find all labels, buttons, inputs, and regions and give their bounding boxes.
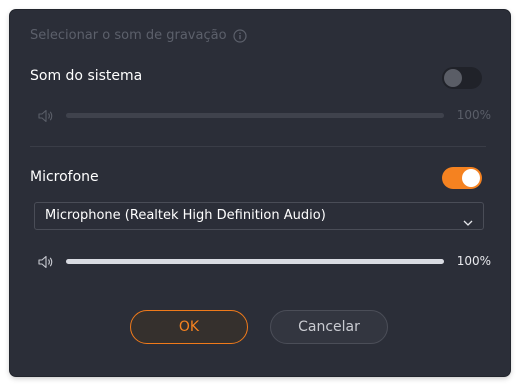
microphone-device-value: Microphone (Realtek High Definition Audi… bbox=[45, 208, 326, 223]
toggle-knob bbox=[444, 69, 462, 87]
system-sound-toggle[interactable] bbox=[442, 67, 482, 89]
microphone-volume: 100% bbox=[38, 253, 491, 269]
microphone-device-select[interactable]: Microphone (Realtek High Definition Audi… bbox=[34, 202, 484, 230]
divider bbox=[30, 146, 486, 147]
system-sound-label: Som do sistema bbox=[30, 68, 143, 84]
chevron-down-icon bbox=[463, 212, 473, 226]
section-title: Selecionar o som de gravação bbox=[30, 28, 247, 43]
microphone-volume-fill bbox=[66, 259, 444, 264]
microphone-volume-slider[interactable] bbox=[66, 259, 444, 264]
ok-button[interactable]: OK bbox=[130, 310, 248, 344]
speaker-icon bbox=[38, 108, 54, 123]
system-sound-volume: 100% bbox=[38, 107, 491, 123]
microphone-volume-percent: 100% bbox=[456, 254, 491, 268]
cancel-button[interactable]: Cancelar bbox=[270, 310, 388, 344]
section-title-text: Selecionar o som de gravação bbox=[30, 28, 227, 43]
toggle-knob bbox=[462, 169, 480, 187]
system-volume-slider[interactable] bbox=[66, 113, 444, 118]
system-volume-fill bbox=[66, 113, 444, 118]
recording-sound-dialog: Selecionar o som de gravação Som do sist… bbox=[10, 10, 510, 376]
microphone-toggle[interactable] bbox=[442, 167, 482, 189]
system-volume-percent: 100% bbox=[456, 108, 491, 122]
speaker-icon bbox=[38, 254, 54, 269]
info-icon[interactable] bbox=[232, 28, 247, 43]
microphone-label: Microfone bbox=[30, 169, 99, 185]
